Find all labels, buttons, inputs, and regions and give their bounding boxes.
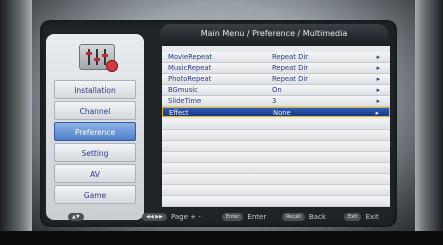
sidebar-item-channel[interactable]: Channel: [54, 101, 136, 120]
hint-back: Recall Back: [282, 212, 326, 222]
hint-enter-label: Enter: [247, 213, 267, 221]
hint-exit-label: Exit: [365, 213, 379, 221]
setting-row-slide-time[interactable]: SlideTime 3 ▸: [162, 96, 390, 107]
setting-value: None: [273, 109, 291, 117]
setting-label: BGmusic: [168, 86, 198, 94]
empty-row: [162, 152, 390, 163]
hint-page: ◀◀ ▶▶ Page + -: [142, 212, 201, 222]
tv-bezel-right: [415, 0, 443, 245]
setting-value: 3: [272, 97, 277, 105]
arrow-right-icon: ▸: [376, 86, 380, 94]
sidebar: Installation Channel Preference Setting …: [46, 34, 144, 220]
hint-move: ▲▼ Move: [68, 212, 106, 222]
setting-value: Repeat Dir: [272, 53, 309, 61]
empty-row: [162, 130, 390, 141]
setting-row-movie-repeat[interactable]: MovieRepeat Repeat Dir ▸: [162, 52, 390, 63]
empty-row: [162, 185, 390, 196]
sidebar-item-setting[interactable]: Setting: [54, 143, 136, 162]
setting-row-effect[interactable]: Effect None ▸: [162, 107, 390, 117]
preference-logo-icon: [79, 44, 118, 72]
sidebar-item-av[interactable]: AV: [54, 164, 136, 183]
sidebar-menu: Installation Channel Preference Setting …: [54, 80, 136, 206]
setting-row-music-repeat[interactable]: MusicRepeat Repeat Dir ▸: [162, 63, 390, 74]
page-key-icon: ◀◀ ▶▶: [142, 213, 167, 221]
heart-badge-icon: [106, 60, 118, 72]
hint-move-label: Move: [87, 213, 107, 221]
setting-row-bgmusic[interactable]: BGmusic On ▸: [162, 85, 390, 96]
sidebar-item-preference[interactable]: Preference: [54, 122, 136, 141]
hint-exit: Exit Exit: [344, 212, 379, 222]
empty-row: [162, 141, 390, 152]
arrow-right-icon: ▸: [376, 97, 380, 105]
empty-row: [162, 119, 390, 130]
setting-value: On: [272, 86, 282, 94]
enter-key-icon: Enter: [222, 213, 244, 221]
recall-key-icon: Recall: [282, 213, 305, 221]
exit-key-icon: Exit: [344, 213, 362, 221]
settings-panel: MovieRepeat Repeat Dir ▸ MusicRepeat Rep…: [162, 46, 390, 207]
empty-row: [162, 196, 390, 207]
hint-back-label: Back: [308, 213, 326, 221]
setting-row-photo-repeat[interactable]: PhotoRepeat Repeat Dir ▸: [162, 74, 390, 85]
arrow-right-icon: ▸: [376, 53, 380, 61]
arrow-right-icon: ▸: [376, 64, 380, 72]
move-key-icon: ▲▼: [68, 213, 84, 221]
empty-row: [162, 163, 390, 174]
bottom-letterbox: [0, 231, 443, 245]
setting-label: MovieRepeat: [168, 53, 213, 61]
breadcrumb-title: Main Menu / Preference / Multimedia: [160, 24, 388, 44]
setting-label: MusicRepeat: [168, 64, 212, 72]
setting-value: Repeat Dir: [272, 64, 309, 72]
arrow-right-icon: ▸: [375, 109, 379, 117]
hint-page-label: Page + -: [170, 213, 201, 221]
tv-bezel-left: [0, 0, 32, 245]
setting-label: Effect: [169, 109, 189, 117]
footer-hints: ▲▼ Move ◀◀ ▶▶ Page + - Enter Enter Recall Ba…: [46, 210, 392, 224]
sidebar-item-game[interactable]: Game: [54, 185, 136, 204]
setting-label: SlideTime: [168, 97, 202, 105]
arrow-right-icon: ▸: [376, 75, 380, 83]
empty-row: [162, 174, 390, 185]
hint-enter: Enter Enter: [222, 212, 266, 222]
osd-menu-window: Main Menu / Preference / Multimedia Inst…: [40, 20, 397, 227]
setting-value: Repeat Dir: [272, 75, 309, 83]
setting-label: PhotoRepeat: [168, 75, 212, 83]
sidebar-item-installation[interactable]: Installation: [54, 80, 136, 99]
